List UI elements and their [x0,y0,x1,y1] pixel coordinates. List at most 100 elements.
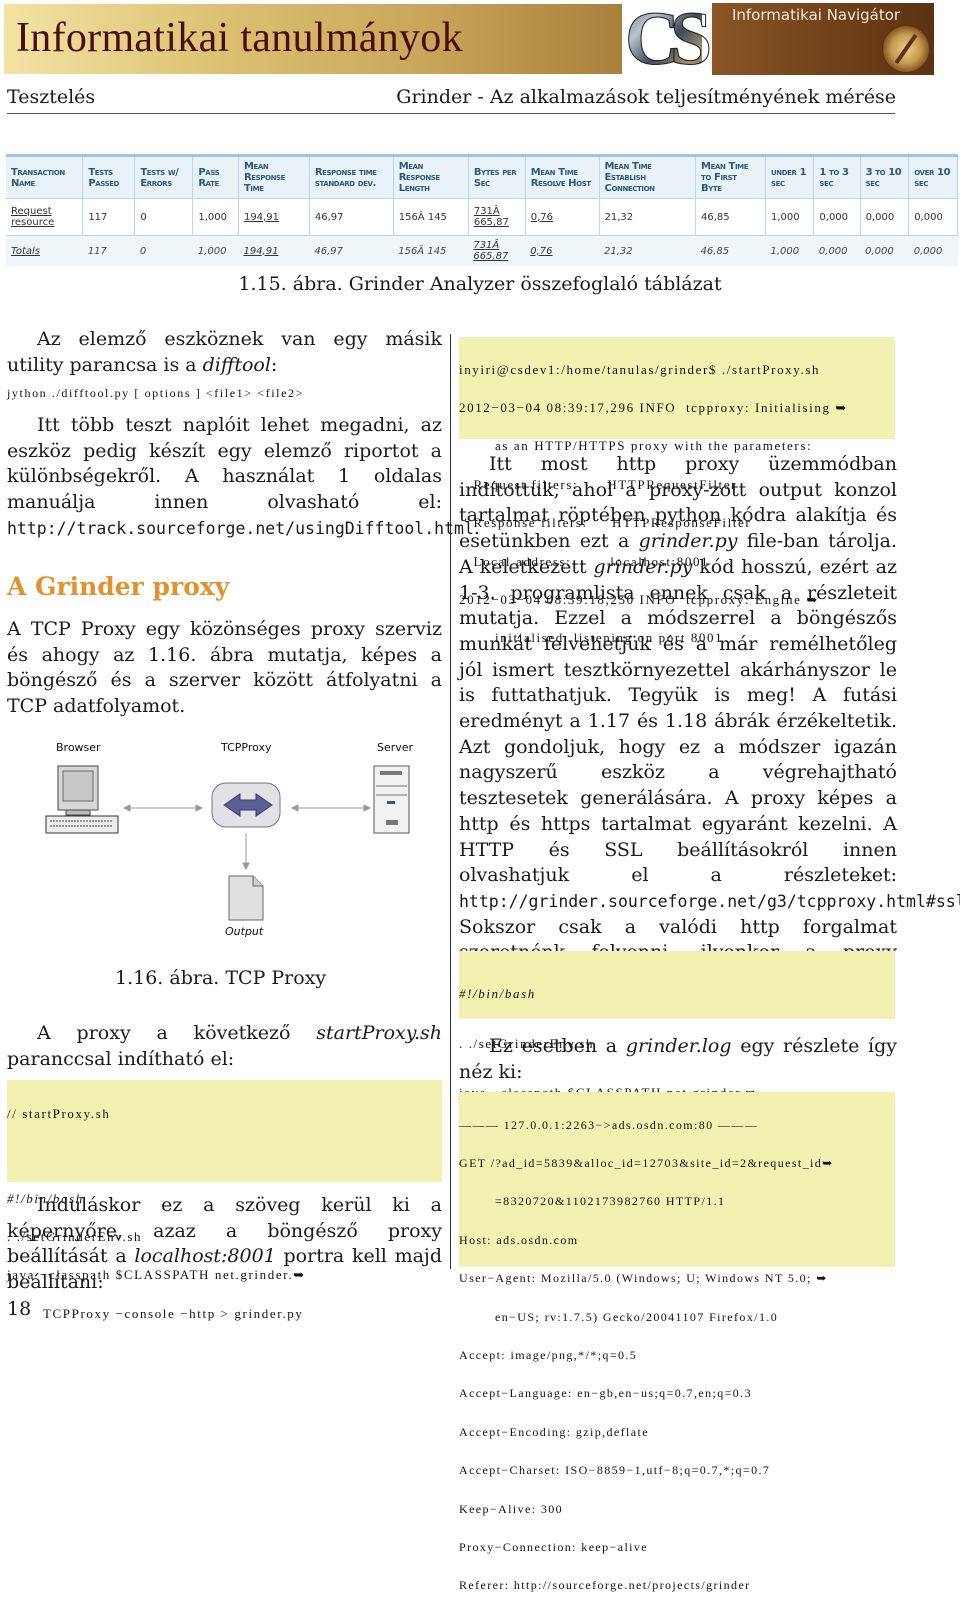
table-cell: 46,85 [695,198,766,236]
paragraph-difftool: Az elemző eszköznek van egy másik utilit… [7,328,442,376]
column-header: Response time standard dev. [309,157,394,199]
column-header: under 1 sec [765,157,815,199]
code-line: User−Agent: Mozilla/5.0 (Windows; U; Win… [459,1271,828,1286]
totals-cell: 1,000 [192,235,239,266]
totals-cell: 156Â 145 [393,235,469,266]
file-icon [228,875,264,921]
proxy-output-arrow [242,833,250,871]
code-line: en−US; rv:1.7.5) Gecko/20041107 Firefox/… [495,1309,779,1324]
paragraph-tcp-proxy: A TCP Proxy egy közönséges proxy szerviz… [7,618,442,718]
banner-title-box: Informatikai tanulmányok [4,4,622,74]
grinder-analyzer-summary-table: Transaction Name Tests Passed Tests w/ Err… [6,154,958,266]
server-icon [373,765,410,834]
navigator-title: Informatikai Navigátor [732,6,901,24]
totals-cell: 731Â 665,87 [468,235,526,266]
running-header-section: Tesztelés [7,86,96,108]
section-heading: A Grinder proxy [7,572,230,601]
column-header: Mean Response Length [393,157,469,199]
totals-cell: Totals [6,235,83,266]
running-header-title: Grinder - Az alkalmazások teljesítményén… [396,86,896,108]
totals-cell: 0,000 [908,235,958,266]
table-cell-link[interactable]: Request resource [11,206,54,228]
code-line: Referer: http://sourceforge.net/projects… [459,1578,751,1593]
proxy-icon [211,782,281,828]
ssl-docs-link[interactable]: http://grinder.sourceforge.net/g3/tcppro… [459,892,960,911]
table-cell: 0,000 [908,198,958,236]
totals-cell: 46,85 [695,235,766,266]
page-number: 18 [7,1298,32,1320]
table-cell: 117 [82,198,136,236]
table-cell: 156Â 145 [393,198,469,236]
column-header: Pass Rate [192,157,239,199]
table-cell: 0 [134,198,194,236]
totals-cell: 0 [134,235,193,266]
table-cell: 1,000 [765,198,815,236]
code-line: GET /?ad_id=5839&alloc_id=12703&site_id=… [459,1155,834,1170]
code-console-output: inyiri@csdev1:/home/tanulas/grinder$ ./s… [459,337,895,644]
totals-cell-link[interactable]: 731Â 665,87 [473,240,508,262]
computer-icon [45,765,119,834]
totals-cell-link[interactable]: Totals [11,246,40,257]
table-cell-link[interactable]: 194,91 [244,212,279,223]
figure-caption-1-16: 1.16. ábra. TCP Proxy [115,967,327,989]
column-header: Transaction Name [6,157,84,199]
proxy-server-arrow [290,804,372,812]
code-line: Accept−Charset: ISO−8859−1,utf−8;q=0.7,*… [459,1463,771,1478]
code-line: Accept−Language: en−gb,en−us;q=0.7,en;q=… [459,1386,752,1401]
code-startproxy: // startProxy.sh #!/bin/bash . ./setGrin… [7,1080,442,1320]
code-line: #!/bin/bash [459,986,536,1001]
totals-cell-link[interactable]: 0,76 [530,246,552,257]
totals-cell-link[interactable]: 194,91 [243,246,278,257]
column-header: Mean Time Resolve Host [525,157,600,199]
table-row: Request resource 117 0 1,000 194,91 46,97 156Â… [6,198,958,236]
column-divider [450,334,451,1269]
compass-icon [882,25,930,73]
column-header: 1 to 3 sec [813,157,861,199]
code-difftool: jython ./difftool.py [ options ] <file1>… [7,386,304,400]
totals-cell: 21,32 [599,235,696,266]
cs-logo: CS [624,0,712,82]
totals-cell: 194,91 [238,235,310,266]
tcp-proxy-diagram: Browser TCPProxy Server Output [44,738,424,943]
paragraph-difftool-desc: Itt több teszt naplóit lehet megadni, az… [7,414,480,539]
table-cell-link[interactable]: 0,76 [531,212,553,223]
paragraph-startproxy: A proxy a következő startProxy.sh paranc… [7,1022,442,1070]
banner-title: Informatikai tanulmányok [16,15,463,61]
code-line: inyiri@csdev1:/home/tanulas/grinder$ ./s… [459,361,821,377]
table-cell: 731Â 665,87 [468,198,526,236]
totals-cell: 1,000 [765,235,814,266]
table-cell: Request resource [6,198,84,236]
table-cell: 46,97 [309,198,394,236]
totals-cell: 0,76 [525,235,599,266]
code-line: Keep−Alive: 300 [459,1501,564,1516]
table-cell: 21,32 [599,198,697,236]
column-header: Tests Passed [82,157,136,199]
code-line: ——— 127.0.0.1:2263−>ads.osdn.com:80 ——— [459,1117,759,1132]
totals-row: Totals 117 0 1,000 194,91 46,97 156Â 145 731Â 6… [6,235,958,266]
totals-cell: 46,97 [309,235,394,266]
totals-cell: 0,000 [813,235,861,266]
browser-proxy-arrow [122,804,204,812]
paragraph-startup-output: Induláskor ez a szöveg kerül ki a képern… [7,1194,442,1294]
code-line: 2012−03−04 08:39:17,296 INFO tcpproxy: I… [459,399,848,415]
table-cell: 0,000 [813,198,861,236]
code-line: Host: ads.osdn.com [459,1232,579,1247]
column-header: Mean Response Time [238,157,310,199]
column-header: over 10 sec [908,157,958,199]
column-header: Tests w/ Errors [134,157,194,199]
table-cell: 1,000 [192,198,239,236]
difftool-manual-link[interactable]: http://track.sourceforge.net/usingDiffto… [7,519,474,538]
totals-cell: 117 [82,235,135,266]
paragraph-grinder-log: Ez esetben a grinder.log egy részlete íg… [459,1035,897,1083]
diagram-graphics [45,765,410,921]
table-cell: 194,91 [238,198,310,236]
navigator-box: Informatikai Navigátor [712,3,934,75]
column-header: Bytes per Sec [468,157,526,199]
code-line: Accept−Encoding: gzip,deflate [459,1424,649,1439]
column-header: Mean Time Establish Connection [599,157,697,199]
paragraph-http-proxy-mode: Itt most http proxy üzemmódban indítottu… [459,452,960,992]
code-line: =8320720&1102173982760 HTTP/1.1 [495,1194,726,1209]
column-header: 3 to 10 sec [860,157,910,199]
totals-cell: 0,000 [860,235,909,266]
table-cell-link[interactable]: 731Â 665,87 [474,206,509,228]
